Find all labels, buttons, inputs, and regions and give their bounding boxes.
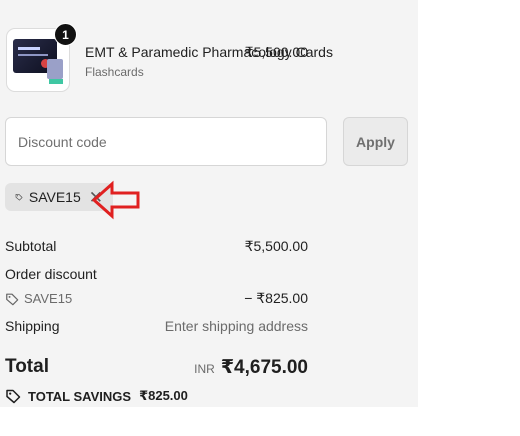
shipping-row: Shipping Enter shipping address (5, 318, 308, 334)
subtotal-value: ₹5,500.00 (244, 238, 308, 254)
tag-icon (15, 193, 23, 201)
total-amount: INR ₹4,675.00 (194, 356, 308, 379)
subtotal-label: Subtotal (5, 238, 57, 254)
total-savings: TOTAL SAVINGS ₹825.00 (5, 388, 188, 404)
product-price: ₹5,500.00 (244, 44, 308, 60)
applied-discount-code: SAVE15 (28, 189, 81, 205)
tag-icon (6, 293, 19, 305)
discount-value: − ₹825.00 (244, 290, 308, 306)
total-value: ₹4,675.00 (220, 357, 308, 378)
annotation-arrow-icon (92, 180, 140, 220)
order-discount-label: Order discount (5, 266, 97, 282)
shipping-label: Shipping (5, 318, 60, 334)
discount-code-label: SAVE15 (24, 291, 73, 306)
savings-label: TOTAL SAVINGS (28, 388, 132, 404)
savings-value: ₹825.00 (139, 388, 188, 403)
discount-code-row: SAVE15 − ₹825.00 (5, 290, 308, 307)
currency-label: INR (194, 362, 215, 376)
discount-code-line: SAVE15 (5, 290, 72, 307)
product-variant: Flashcards (85, 65, 144, 79)
apply-button[interactable]: Apply (343, 117, 408, 166)
tag-icon (6, 389, 21, 404)
discount-code-input[interactable] (5, 117, 327, 166)
total-label: Total (5, 356, 49, 377)
order-summary-panel: 1 EMT & Paramedic Pharmacology Cards Fla… (0, 0, 418, 407)
quantity-badge: 1 (54, 23, 77, 46)
shipping-value: Enter shipping address (164, 318, 308, 334)
order-discount-row: Order discount (5, 266, 308, 282)
subtotal-row: Subtotal ₹5,500.00 (5, 238, 308, 255)
